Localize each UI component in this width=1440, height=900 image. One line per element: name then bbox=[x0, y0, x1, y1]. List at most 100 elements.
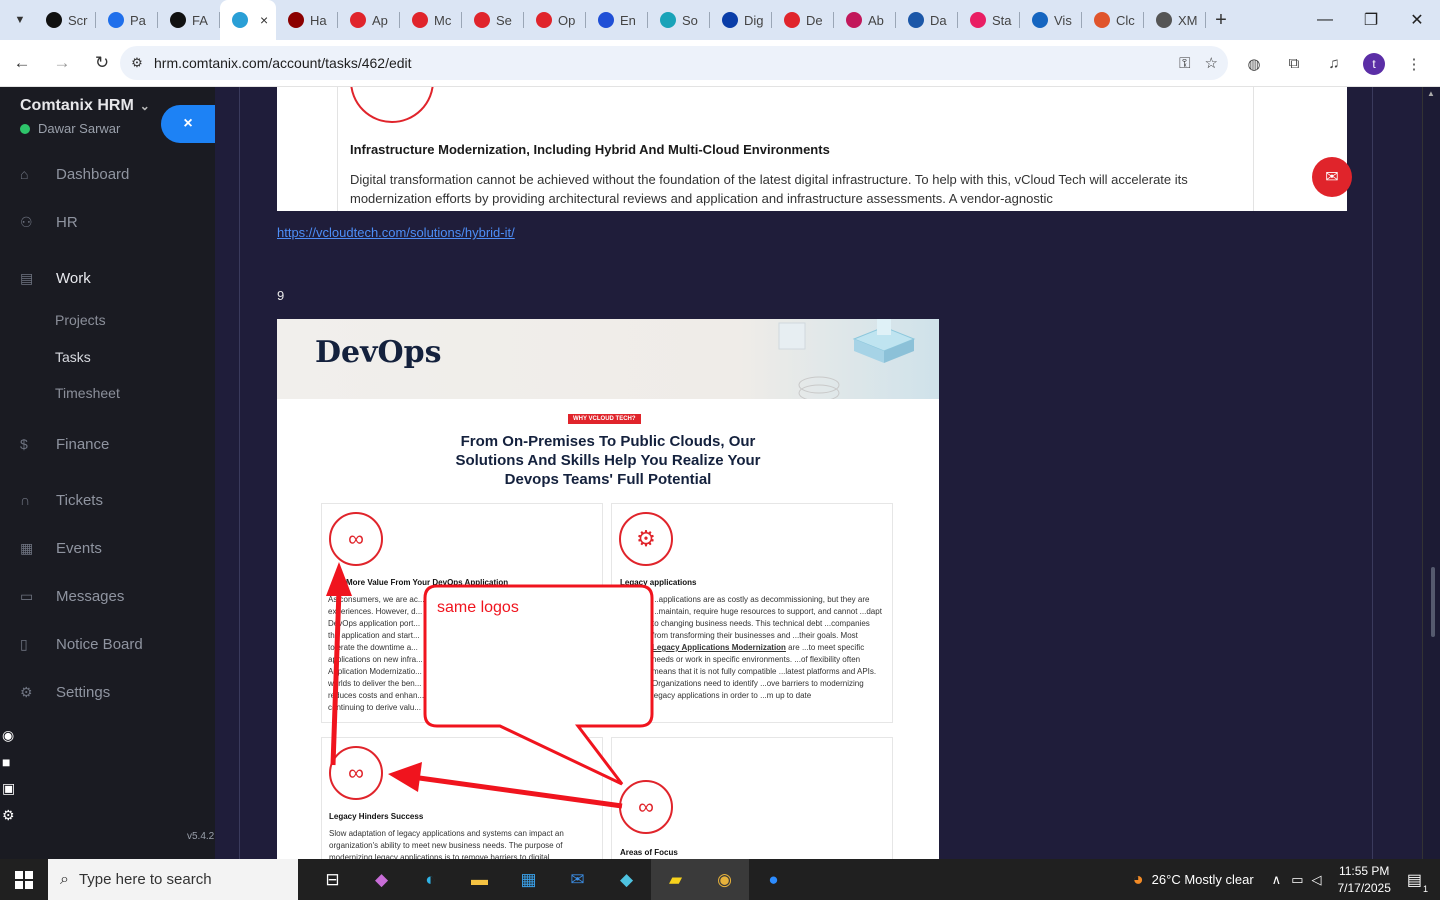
zoom-icon[interactable]: ● bbox=[749, 859, 798, 900]
browser-tab[interactable]: Da bbox=[896, 0, 958, 40]
embedded-image-devops[interactable]: DevOps WHY VCLOUD TECH? From On-Premises… bbox=[277, 319, 939, 859]
browser-tab[interactable]: So bbox=[648, 0, 710, 40]
browser-tab[interactable]: Scr bbox=[34, 0, 96, 40]
tab-title: Dig bbox=[744, 12, 764, 28]
bookmark-star-icon[interactable]: ☆ bbox=[1205, 54, 1218, 72]
camera-icon[interactable]: ◉ bbox=[2, 727, 26, 744]
back-icon[interactable]: ← bbox=[4, 45, 40, 81]
browser-tab[interactable]: Mc bbox=[400, 0, 462, 40]
sub-nav-timesheet[interactable]: Timesheet bbox=[55, 385, 120, 401]
nav-events[interactable]: ▦ Events bbox=[0, 533, 215, 563]
chrome-icon[interactable]: ◉ bbox=[700, 859, 749, 900]
cloud-infinity-icon: ∞ bbox=[329, 746, 383, 800]
sticky-notes-icon[interactable]: ▰ bbox=[651, 859, 700, 900]
close-window-icon[interactable]: ✕ bbox=[1394, 0, 1440, 40]
scroll-up-icon[interactable]: ▲ bbox=[1427, 89, 1435, 98]
restore-icon[interactable]: ❐ bbox=[1348, 0, 1394, 40]
browser-tab[interactable]: Pa bbox=[96, 0, 158, 40]
store-icon[interactable]: ▦ bbox=[504, 859, 553, 900]
windows-taskbar: ⌕ Type here to search ⊟ ◆ ◐ ▬ ▦ ✉ ◆ ▰ ◉ … bbox=[0, 859, 1440, 900]
windows-start-icon[interactable] bbox=[0, 859, 48, 900]
minimize-icon[interactable]: — bbox=[1302, 0, 1348, 40]
taskbar-search-box[interactable]: ⌕ Type here to search bbox=[48, 859, 298, 900]
settings-gear-icon[interactable]: ⚙ bbox=[2, 807, 26, 824]
window-capture-icon[interactable]: ▣ bbox=[2, 780, 26, 797]
tab-search-chevron-icon[interactable]: ▼ bbox=[6, 6, 34, 34]
profile-avatar[interactable]: t bbox=[1363, 52, 1385, 75]
nav-settings[interactable]: ⚙ Settings bbox=[0, 677, 215, 707]
notifications-icon[interactable]: ▤ 1 bbox=[1407, 870, 1428, 894]
taskbar-apps: ⊟ ◆ ◐ ▬ ▦ ✉ ◆ ▰ ◉ ● bbox=[308, 859, 798, 900]
network-icon[interactable]: ▭ bbox=[1291, 872, 1303, 888]
menu-kebab-icon[interactable]: ⋮ bbox=[1396, 46, 1432, 82]
capture-toolbar: ◉ ■ ▣ ⚙ bbox=[2, 727, 26, 824]
scroll-thumb[interactable] bbox=[1431, 567, 1435, 637]
browser-tab[interactable]: × bbox=[220, 0, 276, 40]
password-key-icon[interactable]: ⚿ bbox=[1179, 55, 1190, 72]
close-tab-icon[interactable]: × bbox=[260, 12, 268, 28]
nav-hr[interactable]: ⚇ HR bbox=[0, 207, 215, 237]
browser-tab[interactable]: Ha bbox=[276, 0, 338, 40]
browser-tab[interactable]: En bbox=[586, 0, 648, 40]
circle-icon bbox=[660, 12, 676, 28]
new-tab-button[interactable]: + bbox=[1206, 9, 1236, 32]
browser-tab[interactable]: Vis bbox=[1020, 0, 1082, 40]
volume-icon[interactable]: ◁ bbox=[1311, 872, 1321, 888]
browser-tab[interactable]: Clc bbox=[1082, 0, 1144, 40]
tab-title: XM bbox=[1178, 12, 1198, 28]
solution-link[interactable]: https://vcloudtech.com/solutions/hybrid-… bbox=[277, 225, 515, 240]
tab-title: Clc bbox=[1116, 12, 1135, 28]
media-control-icon[interactable]: ♫ bbox=[1316, 46, 1352, 82]
forward-icon[interactable]: → bbox=[44, 45, 80, 81]
nav-label: Events bbox=[56, 539, 102, 557]
reload-icon[interactable]: ↻ bbox=[84, 45, 120, 81]
app-version: v5.4.2 bbox=[187, 831, 215, 842]
sub-nav-tasks[interactable]: Tasks bbox=[55, 349, 91, 365]
browser-tab[interactable]: XM bbox=[1144, 0, 1206, 40]
search-icon: ⌕ bbox=[60, 870, 69, 888]
chat-bubble-icon[interactable]: ✉ bbox=[1312, 157, 1352, 197]
sub-nav-projects[interactable]: Projects bbox=[55, 312, 106, 328]
editor-text-line[interactable]: 9 bbox=[277, 288, 284, 303]
extensions-icon[interactable]: ⧉ bbox=[1276, 46, 1312, 82]
browser-tab[interactable]: Ap bbox=[338, 0, 400, 40]
nav-tickets[interactable]: ∩ Tickets bbox=[0, 485, 215, 515]
close-sidebar-button[interactable]: × bbox=[161, 105, 215, 143]
taskbar-clock[interactable]: 11:55 PM 7/17/2025 bbox=[1337, 863, 1390, 897]
browser-tab[interactable]: FA bbox=[158, 0, 220, 40]
task-view-icon[interactable]: ⊟ bbox=[308, 859, 357, 900]
card-title: Legacy applications bbox=[620, 578, 697, 587]
nav-label: Finance bbox=[56, 435, 110, 453]
nav-finance[interactable]: $ Finance bbox=[0, 429, 215, 459]
video-icon[interactable]: ■ bbox=[2, 754, 26, 770]
file-explorer-icon[interactable]: ▬ bbox=[455, 859, 504, 900]
chevron-down-icon: ⌄ bbox=[139, 99, 150, 113]
embedded-image-infrastructure[interactable]: Infrastructure Modernization, Including … bbox=[277, 87, 1347, 211]
site-info-icon[interactable]: ⚙ bbox=[120, 55, 154, 71]
copilot-icon[interactable]: ◆ bbox=[357, 859, 406, 900]
address-bar[interactable]: ⚙ hrm.comtanix.com/account/tasks/462/edi… bbox=[120, 46, 1228, 80]
browser-tab[interactable]: Dig bbox=[710, 0, 772, 40]
browser-tab[interactable]: Op bbox=[524, 0, 586, 40]
comtanix-app-icon[interactable]: ◆ bbox=[602, 859, 651, 900]
mail-icon[interactable]: ✉ bbox=[553, 859, 602, 900]
browser-tab[interactable]: Sta bbox=[958, 0, 1020, 40]
nav-dashboard[interactable]: ⌂ Dashboard bbox=[0, 159, 215, 189]
browser-tab[interactable]: De bbox=[772, 0, 834, 40]
nav-work[interactable]: ▤ Work bbox=[0, 263, 215, 293]
url-text[interactable]: hrm.comtanix.com/account/tasks/462/edit bbox=[154, 55, 412, 71]
weather-text[interactable]: 26°C Mostly clear bbox=[1152, 872, 1254, 887]
company-switcher[interactable]: Comtanix HRM ⌄ bbox=[20, 97, 150, 115]
search-placeholder: Type here to search bbox=[78, 871, 212, 888]
page-scrollbar[interactable]: ▲ bbox=[1422, 87, 1440, 859]
edge-icon[interactable]: ◐ bbox=[406, 859, 455, 900]
show-hidden-icons-icon[interactable]: ∧ bbox=[1272, 872, 1282, 888]
browser-tab[interactable]: Ab bbox=[834, 0, 896, 40]
weather-icon[interactable]: ◕ bbox=[1133, 869, 1144, 890]
card-title: More Value From Your DevOps Application bbox=[346, 578, 509, 587]
browser-tab[interactable]: Se bbox=[462, 0, 524, 40]
diamond-icon bbox=[536, 12, 552, 28]
nav-notice-board[interactable]: ▯ Notice Board bbox=[0, 629, 215, 659]
nav-messages[interactable]: ▭ Messages bbox=[0, 581, 215, 611]
translate-icon[interactable]: ◍ bbox=[1236, 46, 1272, 82]
